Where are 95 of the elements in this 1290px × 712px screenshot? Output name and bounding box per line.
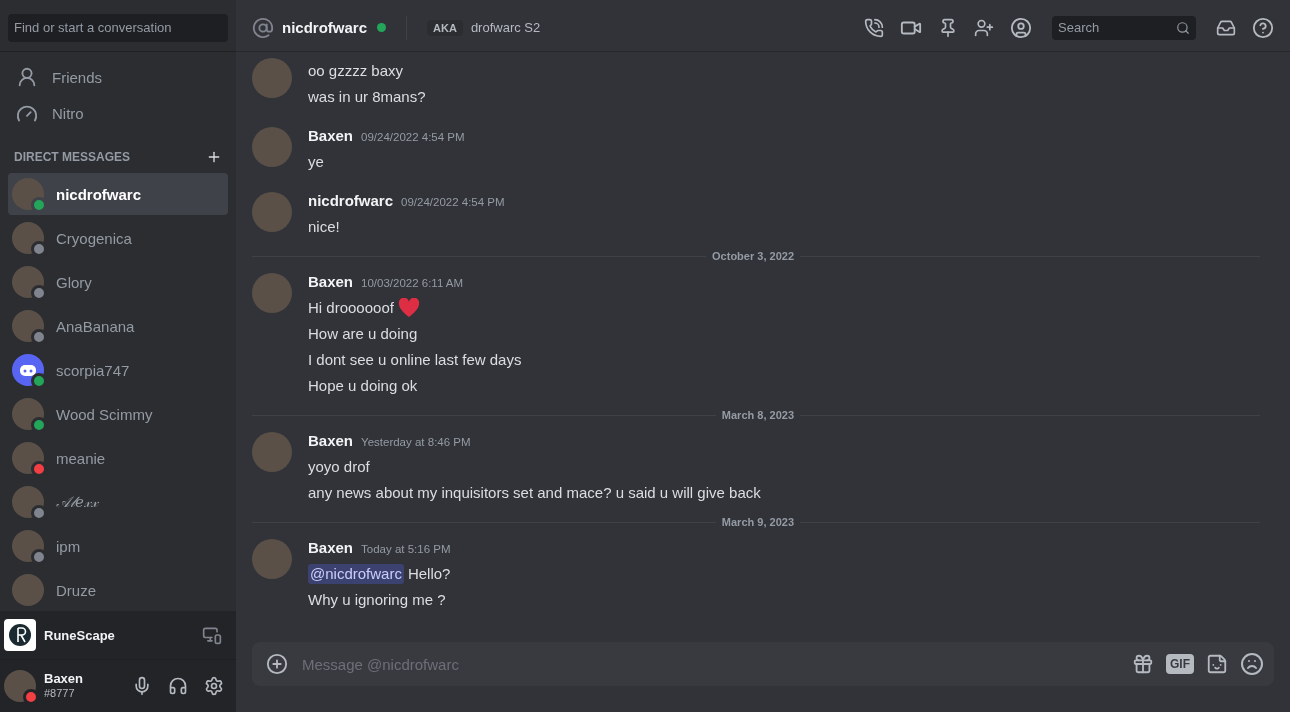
timestamp: 09/24/2022 4:54 PM [361, 131, 465, 143]
message-text: was in ur 8mans? [308, 87, 426, 107]
dm-name: nicdrofwarc [56, 185, 142, 203]
screen-share-icon[interactable] [202, 625, 222, 645]
dm-name: Wood Scimmy [56, 405, 153, 423]
timestamp: 09/24/2022 4:54 PM [401, 196, 505, 208]
message-text: How are u doing [308, 324, 418, 344]
avatar-photo-placeholder [252, 432, 292, 472]
avatar-photo-placeholder [252, 127, 292, 167]
nav-item[interactable]: Nitro [8, 96, 228, 131]
pin-icon [938, 17, 958, 38]
user-name: Baxen [44, 671, 85, 686]
game-logo-icon [4, 619, 36, 651]
microphone-icon [132, 676, 152, 696]
message-text: I dont see u online last few days [308, 350, 522, 370]
section-title: DIRECT MESSAGES [14, 150, 130, 164]
dm-name: Cryogenica [56, 229, 132, 247]
dm-name: Glory [56, 273, 92, 291]
avatar-photo-placeholder [252, 192, 292, 232]
friends-icon [16, 66, 38, 89]
heart-icon [397, 298, 420, 318]
date-divider: March 8, 2023 [720, 409, 795, 421]
upload-icon[interactable] [266, 653, 288, 675]
dm-item[interactable]: Wood Scimmy [8, 393, 228, 435]
emoji-icon[interactable] [1240, 652, 1264, 676]
dm-name: ipm [56, 537, 81, 555]
author-name[interactable]: Baxen [308, 432, 354, 449]
dm-name: AnaBanana [56, 317, 135, 335]
dm-item[interactable]: meanie [8, 437, 228, 479]
author-name[interactable]: Baxen [308, 273, 354, 290]
settings-icon [204, 676, 224, 696]
dm-item[interactable]: ipm [8, 525, 228, 567]
add-icon[interactable] [206, 149, 222, 165]
message-text: ye [308, 152, 324, 172]
default-avatar-icon [12, 354, 44, 386]
dm-item[interactable]: Cryogenica [8, 217, 228, 259]
author-name[interactable]: nicdrofwarc [308, 192, 394, 209]
avatar-photo-placeholder [252, 273, 292, 313]
dm-name: scorpia747 [56, 361, 130, 379]
gift-icon[interactable] [1132, 653, 1154, 675]
message-text: nice! [308, 217, 340, 237]
user-tag: #8777 [44, 686, 120, 701]
dm-name: 𝒜𝓁𝑒𝓍𝓍 [56, 493, 98, 511]
avatar-photo-placeholder [12, 574, 44, 606]
message-text: any news about my inquisitors set and mace? u said u will give back [308, 483, 761, 503]
conversation-search-field[interactable]: Find or start a conversation [8, 13, 228, 42]
headphones-icon [168, 676, 188, 696]
message-text: Why u ignoring me ? [308, 590, 446, 610]
avatar-photo-placeholder [12, 398, 44, 430]
user-circle-icon [1010, 16, 1032, 39]
search-icon [1176, 20, 1190, 35]
add-user-icon [974, 17, 994, 38]
author-name[interactable]: Baxen [308, 127, 354, 144]
avatar-photo-placeholder [252, 58, 292, 98]
avatar-photo-placeholder [12, 222, 44, 254]
sticker-icon[interactable] [1206, 653, 1228, 675]
channel-title: nicdrofwarc [282, 19, 368, 36]
gif-button[interactable]: GIF [1166, 654, 1194, 674]
dm-name: meanie [56, 449, 106, 467]
message-text: Hope u doing ok [308, 376, 418, 396]
timestamp: Today at 5:16 PM [361, 543, 451, 555]
message-text: oo gzzzz baxy [308, 61, 404, 81]
avatar-photo-placeholder [12, 442, 44, 474]
timestamp: Yesterday at 8:46 PM [361, 436, 471, 448]
date-divider: March 9, 2023 [720, 516, 795, 528]
message-text: yoyo drof [308, 457, 370, 477]
timestamp: 10/03/2022 6:11 AM [361, 277, 464, 289]
avatar-photo-placeholder [12, 266, 44, 298]
at-sign-icon [252, 16, 274, 39]
activity-title: RuneScape [44, 627, 116, 643]
dm-item[interactable]: Druze [8, 569, 228, 611]
search-field[interactable]: Search [1052, 15, 1196, 40]
help-icon [1252, 16, 1274, 39]
author-name[interactable]: Baxen [308, 539, 354, 556]
dm-item[interactable]: Glory [8, 261, 228, 303]
message-text: Hello? [407, 564, 451, 584]
dm-item[interactable]: nicdrofwarc [8, 173, 228, 215]
aka-label: AKA [427, 19, 463, 36]
message-text: Hi droooooof [308, 298, 394, 318]
dm-item[interactable]: scorpia747 [8, 349, 228, 391]
dm-item[interactable]: 𝒜𝓁𝑒𝓍𝓍 [8, 481, 228, 523]
date-divider: October 3, 2022 [711, 250, 795, 262]
avatar-photo-placeholder [252, 539, 292, 579]
user-mention[interactable]: @nicdrofwarc [308, 564, 404, 584]
avatar-photo-placeholder [4, 670, 36, 702]
dm-name: Druze [56, 581, 96, 599]
message-composer[interactable]: Message @nicdrofwarc GIF [252, 642, 1274, 686]
aka-name: drofwarc S2 [470, 20, 542, 35]
avatar-photo-placeholder [12, 486, 44, 518]
avatar-photo-placeholder [12, 310, 44, 342]
avatar-photo-placeholder [12, 178, 44, 210]
phone-icon [864, 17, 884, 38]
avatar-photo-placeholder [12, 530, 44, 562]
nav-item[interactable]: Friends [8, 60, 228, 95]
dm-item[interactable]: AnaBanana [8, 305, 228, 347]
